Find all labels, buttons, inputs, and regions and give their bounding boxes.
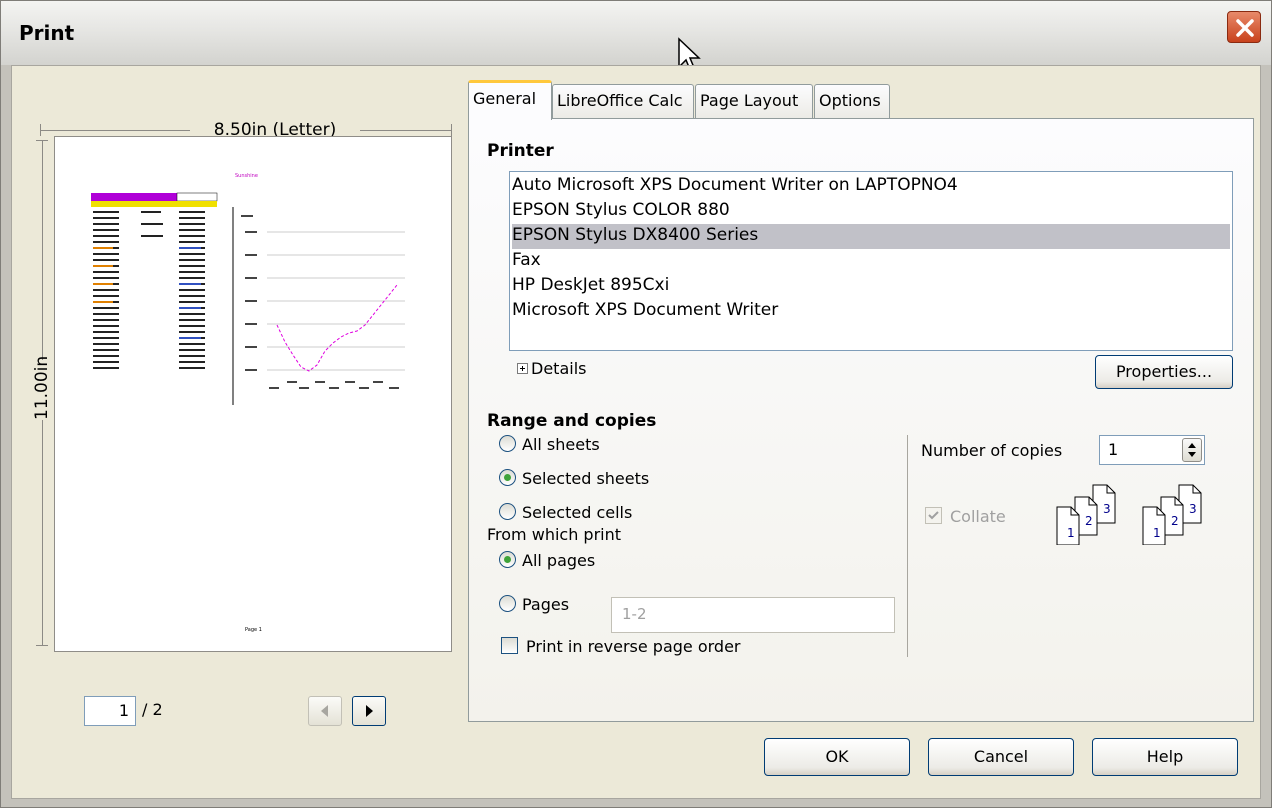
radio-all-pages[interactable]: All pages	[499, 551, 595, 570]
printer-item[interactable]: EPSON Stylus COLOR 880	[512, 199, 1230, 224]
details-expander[interactable]: Details	[517, 359, 586, 378]
range-section-title: Range and copies	[487, 411, 657, 431]
copies-value: 1	[1108, 440, 1119, 459]
svg-text:1: 1	[1153, 526, 1161, 540]
preview-title: Sunshine	[235, 173, 258, 179]
page-number-input[interactable]: 1	[84, 696, 136, 726]
svg-text:1: 1	[1067, 526, 1075, 540]
printer-list[interactable]: Auto Microsoft XPS Document Writer on LA…	[509, 171, 1233, 351]
height-dimension: 11.00in	[32, 140, 52, 646]
help-button[interactable]: Help	[1092, 738, 1238, 776]
printer-item[interactable]: Microsoft XPS Document Writer	[512, 299, 1230, 324]
from-which-print-label: From which print	[487, 525, 622, 544]
tab-options[interactable]: Options	[814, 84, 890, 118]
radio-selected-cells[interactable]: Selected cells	[499, 503, 632, 522]
ok-button[interactable]: OK	[764, 738, 910, 776]
svg-text:2: 2	[1171, 514, 1179, 528]
uncollated-pages-icon: 3 2 1	[1142, 484, 1202, 545]
tab-libreoffice-calc[interactable]: LibreOffice Calc	[552, 84, 694, 118]
radio-selected-sheets[interactable]: Selected sheets	[499, 469, 649, 488]
expand-plus-icon	[517, 363, 528, 374]
page-height-label: 11.00in	[32, 355, 52, 420]
number-of-copies-label: Number of copies	[921, 441, 1063, 460]
cancel-button[interactable]: Cancel	[928, 738, 1074, 776]
svg-text:3: 3	[1103, 502, 1111, 516]
triangle-right-icon	[366, 705, 373, 717]
close-button[interactable]	[1227, 11, 1261, 43]
printer-item[interactable]: Fax	[512, 249, 1230, 274]
details-label: Details	[531, 359, 587, 378]
radio-all-sheets[interactable]: All sheets	[499, 435, 600, 454]
range-separator	[907, 435, 908, 657]
copies-spinner[interactable]: 1	[1099, 435, 1205, 465]
page-total-label: / 2	[142, 700, 163, 719]
svg-text:2: 2	[1085, 514, 1093, 528]
printer-item-selected[interactable]: EPSON Stylus DX8400 Series	[512, 224, 1230, 249]
preview-footer: Page 1	[245, 627, 262, 633]
printer-item[interactable]: HP DeskJet 895Cxi	[512, 274, 1230, 299]
next-page-button[interactable]	[352, 696, 386, 726]
check-icon	[928, 511, 939, 520]
properties-button[interactable]: Properties...	[1095, 355, 1233, 389]
title-bar[interactable]: Print	[1, 1, 1271, 74]
tab-general[interactable]: General	[468, 80, 552, 120]
radio-pages[interactable]: Pages	[499, 595, 569, 614]
close-icon	[1236, 19, 1254, 37]
preview-thumbnail: Sunshine Page 1	[91, 173, 405, 633]
svg-text:3: 3	[1189, 502, 1197, 516]
collate-checkbox[interactable]: Collate	[925, 507, 1006, 526]
triangle-left-icon	[321, 705, 328, 717]
reverse-order-checkbox[interactable]: Print in reverse page order	[501, 637, 741, 656]
printer-item[interactable]: Auto Microsoft XPS Document Writer on LA…	[512, 174, 1230, 199]
spin-arrows-icon[interactable]	[1182, 438, 1202, 462]
tab-page-layout[interactable]: Page Layout	[695, 84, 813, 118]
pages-range-input[interactable]: 1-2	[611, 597, 895, 633]
print-dialog: Print 8.50in (Letter) 11.00in Sunshine P…	[0, 0, 1272, 808]
general-tab-panel: Printer Auto Microsoft XPS Document Writ…	[468, 118, 1254, 722]
dialog-title: Print	[19, 21, 75, 45]
page-preview: Sunshine Page 1	[54, 136, 452, 652]
collated-pages-icon: 3 2 1	[1056, 484, 1116, 545]
previous-page-button[interactable]	[308, 696, 342, 726]
dialog-body: 8.50in (Letter) 11.00in Sunshine Page 1 …	[11, 65, 1261, 799]
printer-section-title: Printer	[487, 141, 554, 161]
